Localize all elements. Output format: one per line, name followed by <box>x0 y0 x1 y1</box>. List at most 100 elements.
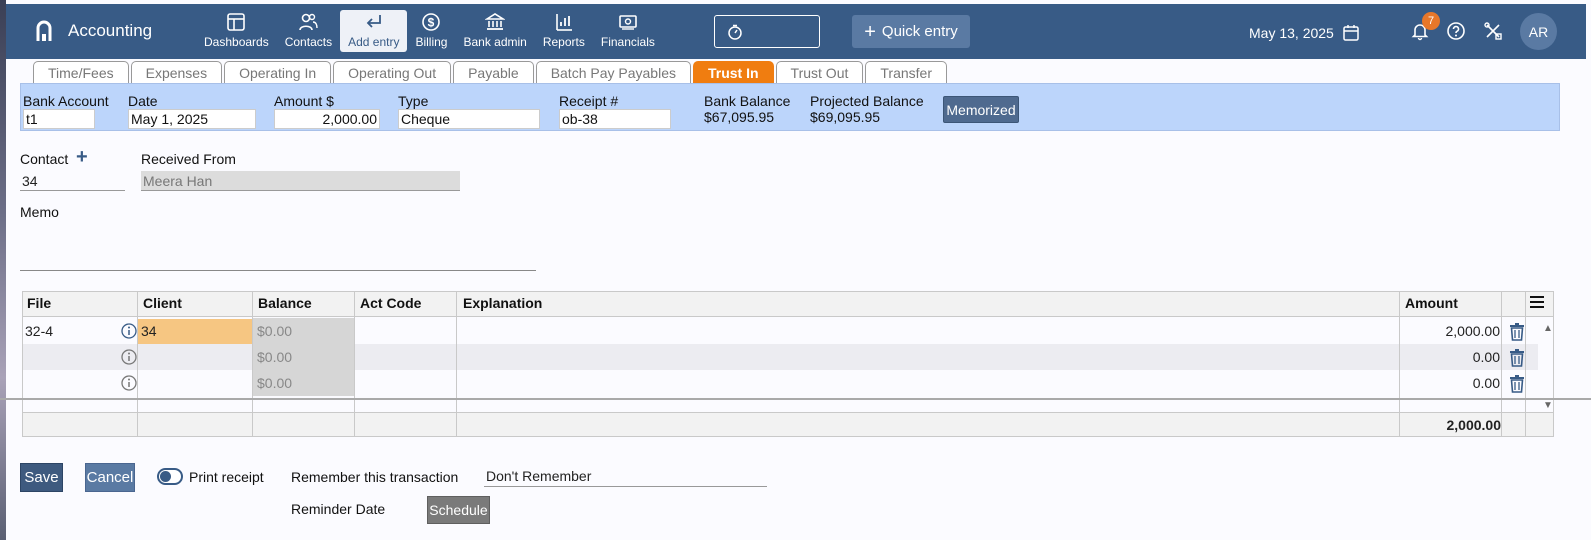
tab-trust-out[interactable]: Trust Out <box>775 61 864 83</box>
tab-batch-pay-payables[interactable]: Batch Pay Payables <box>535 61 691 83</box>
receipt-input[interactable]: ob-38 <box>559 109 671 129</box>
avatar[interactable]: AR <box>1520 13 1557 50</box>
print-receipt-label: Print receipt <box>189 469 264 485</box>
column-divider <box>252 292 253 436</box>
tools-icon[interactable] <box>1483 21 1503 41</box>
top-bar: Accounting Dashboards Contacts Add entry… <box>6 4 1586 59</box>
current-date[interactable]: May 13, 2025 <box>1249 24 1360 42</box>
entry-tabs: Time/Fees Expenses Operating In Operatin… <box>33 61 949 83</box>
main-nav: Dashboards Contacts Add entry $ Billing … <box>196 10 663 52</box>
receipt-label: Receipt # <box>559 93 619 109</box>
nav-label: Bank admin <box>463 35 527 49</box>
memo-textarea[interactable] <box>20 223 536 271</box>
column-divider <box>1501 292 1502 436</box>
remember-select[interactable]: Don't Remember <box>484 468 767 487</box>
nav-financials[interactable]: Financials <box>593 10 663 52</box>
tab-operating-in[interactable]: Operating In <box>224 61 332 83</box>
tab-time-fees[interactable]: Time/Fees <box>33 61 129 83</box>
memorized-button[interactable]: Memorized <box>943 96 1019 123</box>
nav-reports[interactable]: Reports <box>535 10 593 52</box>
nav-dashboards[interactable]: Dashboards <box>196 10 277 52</box>
type-select[interactable]: Cheque <box>398 109 540 129</box>
svg-text:$: $ <box>428 16 435 30</box>
projected-balance: Projected Balance $69,095.95 <box>810 93 924 125</box>
scroll-up-icon[interactable]: ▲ <box>1543 323 1553 334</box>
table-row[interactable]: $0.00 0.00 <box>23 344 1538 370</box>
receipt-field: Receipt # ob-38 <box>559 93 671 129</box>
col-client[interactable]: Client <box>143 295 182 311</box>
print-receipt-toggle[interactable] <box>157 468 183 485</box>
column-divider <box>1525 292 1526 436</box>
bank-balance-label: Bank Balance <box>704 93 791 109</box>
desktop-edge <box>0 0 6 540</box>
nav-contacts[interactable]: Contacts <box>277 10 340 52</box>
trash-icon[interactable] <box>1509 323 1525 341</box>
transaction-header: Bank Account t1 Date May 1, 2025 Amount … <box>20 83 1560 131</box>
app-name: Accounting <box>68 21 153 40</box>
info-icon[interactable] <box>121 375 137 391</box>
current-date-text: May 13, 2025 <box>1249 25 1334 41</box>
type-field: Type Cheque <box>398 93 540 129</box>
trash-icon[interactable] <box>1509 349 1525 367</box>
col-amount[interactable]: Amount <box>1405 295 1458 311</box>
nav-bank-admin[interactable]: Bank admin <box>455 10 534 52</box>
amount-cell[interactable]: 0.00 <box>1473 375 1500 391</box>
add-contact-icon[interactable]: + <box>76 146 88 169</box>
bank-account-input[interactable]: t1 <box>23 109 95 129</box>
nav-label: Billing <box>415 35 448 49</box>
schedule-button[interactable]: Schedule <box>427 496 490 524</box>
nav-add-entry[interactable]: Add entry <box>340 10 408 52</box>
trash-icon[interactable] <box>1509 375 1525 393</box>
quick-entry-button[interactable]: + Quick entry <box>852 15 970 48</box>
stopwatch-icon <box>728 24 742 40</box>
save-button[interactable]: Save <box>20 463 63 492</box>
type-label: Type <box>398 93 429 109</box>
amount-input[interactable]: 2,000.00 <box>274 109 380 129</box>
bank-balance: Bank Balance $67,095.95 <box>704 93 790 125</box>
menu-icon[interactable] <box>1530 296 1544 308</box>
date-label: Date <box>128 93 158 109</box>
contact-input[interactable]: 34 <box>20 171 125 191</box>
col-explanation[interactable]: Explanation <box>463 295 542 311</box>
file-cell[interactable]: 32-4 <box>25 323 53 339</box>
cancel-button[interactable]: Cancel <box>85 463 135 492</box>
info-icon[interactable] <box>121 323 137 339</box>
received-from-input: Meera Han <box>141 171 460 191</box>
nav-label: Reports <box>542 35 585 49</box>
tab-payable[interactable]: Payable <box>453 61 534 83</box>
total-amount: 2,000.00 <box>1446 417 1502 433</box>
splitter-line <box>0 398 1591 400</box>
nav-billing[interactable]: $ Billing <box>407 10 455 52</box>
amount-cell[interactable]: 2,000.00 <box>1446 323 1501 339</box>
col-file[interactable]: File <box>27 295 51 311</box>
app-logo-icon <box>36 20 52 41</box>
column-divider <box>137 292 138 436</box>
scroll-down-icon[interactable]: ▼ <box>1543 400 1553 411</box>
table-row[interactable]: 32-4 34 $0.00 2,000.00 <box>23 318 1538 344</box>
balance-cell: $0.00 <box>253 370 355 396</box>
calendar-icon <box>1343 25 1359 41</box>
nav-label: Contacts <box>284 35 333 49</box>
dashboard-icon <box>227 13 246 31</box>
column-divider <box>354 292 355 436</box>
amount-cell[interactable]: 0.00 <box>1473 349 1500 365</box>
remember-label: Remember this transaction <box>291 469 459 485</box>
timer-button[interactable] <box>714 15 820 48</box>
add-entry-icon <box>366 15 381 28</box>
col-balance[interactable]: Balance <box>258 295 312 311</box>
tab-expenses[interactable]: Expenses <box>130 61 223 83</box>
tab-operating-out[interactable]: Operating Out <box>333 61 452 83</box>
tab-transfer[interactable]: Transfer <box>865 61 947 83</box>
notification-badge: 7 <box>1422 12 1440 30</box>
tab-trust-in[interactable]: Trust In <box>692 61 774 83</box>
brand[interactable]: Accounting <box>34 20 152 42</box>
date-field: Date May 1, 2025 <box>128 93 256 129</box>
nav-label: Add entry <box>348 35 400 49</box>
date-input[interactable]: May 1, 2025 <box>128 109 256 129</box>
client-cell[interactable]: 34 <box>141 323 157 339</box>
help-icon[interactable] <box>1446 21 1466 41</box>
column-divider <box>1399 292 1400 436</box>
table-row[interactable]: $0.00 0.00 <box>23 370 1538 396</box>
col-act-code[interactable]: Act Code <box>360 295 421 311</box>
info-icon[interactable] <box>121 349 137 365</box>
